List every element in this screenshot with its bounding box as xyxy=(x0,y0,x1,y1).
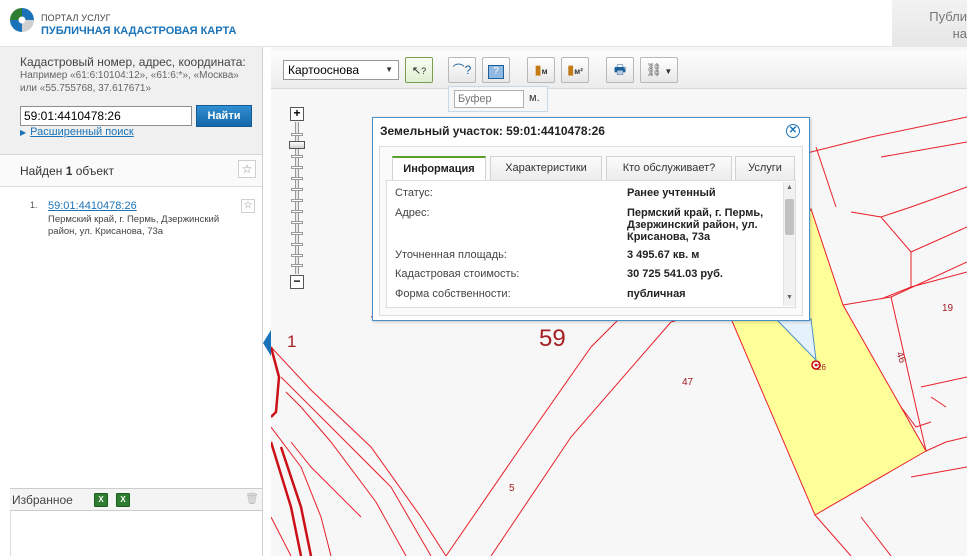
chevron-down-icon: ▼ xyxy=(662,67,673,76)
map-label-5: 5 xyxy=(509,483,515,494)
portal-logo-icon[interactable] xyxy=(10,8,34,32)
map-label-19: 19 xyxy=(942,303,954,314)
buffer-unit: м. xyxy=(529,92,540,104)
buffer-input[interactable] xyxy=(454,90,524,108)
header: ПОРТАЛ УСЛУГ ПУБЛИЧНАЯ КАДАСТРОВАЯ КАРТА… xyxy=(0,0,967,47)
printer-icon: 🖶 xyxy=(613,62,627,77)
zoom-tick[interactable] xyxy=(291,166,303,169)
found-text: Найден 1 объект xyxy=(20,164,114,178)
query-area-tool-button[interactable]: ? xyxy=(482,57,510,83)
popup-tabs-container: Информация Характеристики Кто обслуживае… xyxy=(379,146,803,316)
close-icon[interactable]: ✕ xyxy=(786,124,800,138)
info-key: Статус: xyxy=(395,187,433,199)
zoom-tick[interactable] xyxy=(291,188,303,191)
header-right-line2: на xyxy=(952,26,967,41)
zoom-tick[interactable] xyxy=(291,155,303,158)
favorites-content xyxy=(10,511,262,556)
zoom-tick[interactable] xyxy=(291,221,303,224)
info-value: 3 495.67 кв. м xyxy=(627,249,700,261)
favorites-bar: Избранное X X 🗑 xyxy=(10,488,262,511)
zoom-in-button[interactable]: + xyxy=(290,107,304,121)
scroll-up-icon[interactable]: ▲ xyxy=(786,184,793,191)
map-label-quarter: 59 xyxy=(539,325,566,352)
triangle-right-icon: ▶ xyxy=(20,128,27,137)
info-key: Адрес: xyxy=(395,207,430,219)
info-value: публичная xyxy=(627,288,686,300)
zoom-slider-handle[interactable] xyxy=(289,141,305,149)
chevron-down-icon: ▼ xyxy=(385,65,393,74)
basemap-select-value: Картооснова xyxy=(288,63,359,77)
tab-info[interactable]: Информация xyxy=(392,156,486,181)
advanced-search-label: Расширенный поиск xyxy=(30,126,134,138)
scrollbar-thumb[interactable] xyxy=(785,199,794,235)
zoom-tick[interactable] xyxy=(291,254,303,257)
info-key: Кадастровая стоимость: xyxy=(395,268,520,280)
result-address: Пермский край, г. Пермь, Дзержинский рай… xyxy=(48,214,220,237)
logo-main-text[interactable]: ПУБЛИЧНАЯ КАДАСТРОВАЯ КАРТА xyxy=(41,25,236,37)
cursor-question-icon: ↖? xyxy=(411,65,427,77)
advanced-search-link[interactable]: ▶ Расширенный поиск xyxy=(20,126,134,138)
left-panel: Кадастровый номер, адрес, координата: На… xyxy=(0,47,263,556)
trash-icon[interactable]: 🗑 xyxy=(245,492,259,505)
zoom-tick[interactable] xyxy=(291,210,303,213)
measure-area-button[interactable]: ▮м² xyxy=(561,57,589,83)
map-toolbar: Картооснова ▼ ↖? ⌒? ? ▮м ▮м² 🖶 ⛓ ▼ xyxy=(271,51,967,89)
info-value: Пермский край, г. Пермь, Дзержинский рай… xyxy=(627,207,764,243)
result-cadastral-link[interactable]: 59:01:4410478:26 xyxy=(48,200,137,212)
found-bar: Найден 1 объект xyxy=(0,155,262,187)
map-label-1: 1 xyxy=(287,332,297,351)
parcel-info-popup: Земельный участок: 59:01:4410478:26 ✕ Ин… xyxy=(372,117,810,321)
search-hint: Например «61:6:10104:12», «61:6:*», «Мос… xyxy=(20,70,239,94)
tab-who-serves[interactable]: Кто обслуживает? xyxy=(606,156,732,180)
tab-services[interactable]: Услуги xyxy=(735,156,795,180)
zoom-tick[interactable] xyxy=(291,264,303,267)
found-prefix: Найден xyxy=(20,164,63,178)
zoom-out-button[interactable]: − xyxy=(290,275,304,289)
popup-scrollbar[interactable]: ▲ ▼ xyxy=(783,182,795,306)
curve-question-icon: ⌒? xyxy=(452,63,472,77)
info-key: Уточненная площадь: xyxy=(395,249,507,261)
add-favorite-star-icon[interactable]: ☆ xyxy=(241,199,255,213)
link-button[interactable]: ⛓ ▼ xyxy=(640,57,678,83)
map-label-47: 47 xyxy=(682,377,694,388)
basemap-select[interactable]: Картооснова ▼ xyxy=(283,60,399,80)
search-box: Кадастровый номер, адрес, координата: На… xyxy=(0,47,262,155)
identify-tool-button[interactable]: ↖? xyxy=(405,57,433,83)
query-line-tool-button[interactable]: ⌒? xyxy=(448,57,476,83)
area-question-icon: ? xyxy=(488,65,504,79)
search-input[interactable] xyxy=(20,106,192,126)
scroll-down-icon[interactable]: ▼ xyxy=(786,294,793,301)
import-excel-icon[interactable]: X xyxy=(116,493,130,507)
buffer-box: м. xyxy=(448,86,548,112)
header-right-panel[interactable]: Публи на xyxy=(892,0,967,47)
zoom-tick[interactable] xyxy=(291,243,303,246)
popup-pointer xyxy=(776,318,817,362)
measure-length-button[interactable]: ▮м xyxy=(527,57,555,83)
zoom-tick[interactable] xyxy=(291,177,303,180)
popup-title: Земельный участок: 59:01:4410478:26 xyxy=(380,124,605,138)
info-value: 30 725 541.03 руб. xyxy=(627,268,723,280)
tab-characteristics[interactable]: Характеристики xyxy=(490,156,602,180)
ruler-icon: ▮ xyxy=(534,62,542,77)
search-title: Кадастровый номер, адрес, координата: xyxy=(20,55,246,69)
search-button[interactable]: Найти xyxy=(196,105,252,127)
map-label-26: 26 xyxy=(817,363,826,372)
zoom-tick[interactable] xyxy=(291,199,303,202)
logo-top-text: ПОРТАЛ УСЛУГ xyxy=(41,13,111,23)
print-button[interactable]: 🖶 xyxy=(606,57,634,83)
result-number: 1. xyxy=(30,200,38,210)
info-key: Форма собственности: xyxy=(395,288,511,300)
header-right-line1: Публи xyxy=(929,9,967,24)
zoom-tick[interactable] xyxy=(291,133,303,136)
add-all-favorites-star-icon[interactable]: ☆ xyxy=(238,160,256,178)
info-value: Ранее учтенный xyxy=(627,187,716,199)
zoom-tick[interactable] xyxy=(291,232,303,235)
tab-body: Статус: Ранее учтенный Адрес: Пермский к… xyxy=(386,180,796,308)
found-count: 1 xyxy=(65,164,73,178)
favorites-label: Избранное xyxy=(12,493,73,507)
link-chain-icon: ⛓ xyxy=(645,62,663,77)
collapse-panel-arrow-icon[interactable] xyxy=(263,330,271,356)
found-suffix: объект xyxy=(75,164,114,178)
export-excel-icon[interactable]: X xyxy=(94,493,108,507)
